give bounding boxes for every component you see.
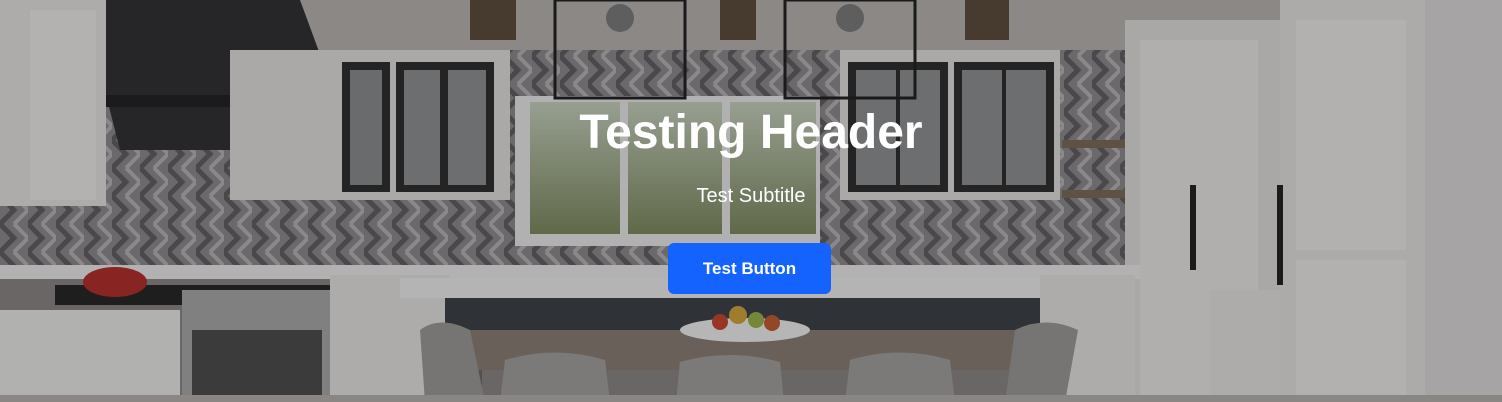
hero-title: Testing Header [579,106,923,159]
hero-subtitle: Test Subtitle [696,185,806,207]
hero-content: Testing Header Test Subtitle Test Button [0,0,1502,402]
hero-banner: Testing Header Test Subtitle Test Button [0,0,1502,402]
test-button[interactable]: Test Button [668,243,831,294]
